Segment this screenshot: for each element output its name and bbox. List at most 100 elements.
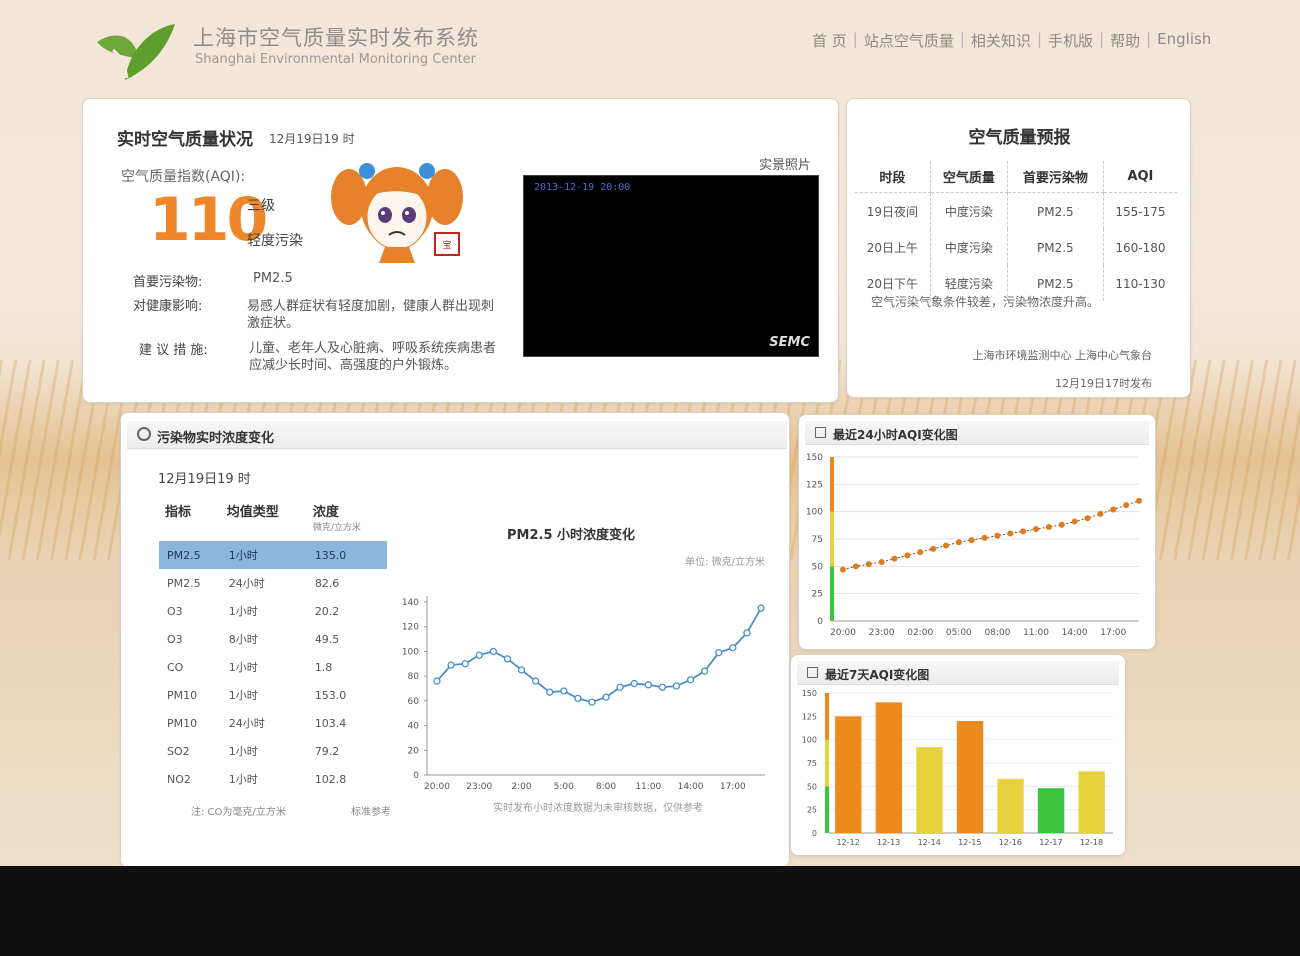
standard-reference-link[interactable]: 标准参考 [351,803,391,818]
pollutant-concentration: 49.5 [314,632,340,646]
pollutant-row[interactable]: PM10 1小时 153.0 [159,681,387,709]
x-tick-label: 12-13 [877,838,900,847]
svg-text:宝: 宝 [442,239,451,251]
pollutant-row[interactable]: SO2 1小时 79.2 [159,737,387,765]
advice-label: 建 议 措 施: [139,343,208,358]
nav-help[interactable]: 帮助 [1104,30,1146,51]
pollutant-concentration: 135.0 [306,541,387,569]
x-tick-label: 5:00 [554,782,574,792]
x-tick-label: 02:00 [907,628,933,638]
aqi-24h-data-point [1097,510,1104,517]
aqi-24h-data-point [968,537,975,544]
aqi-24h-data-point [994,532,1001,539]
concentration-header-label: 浓度 [312,505,339,520]
aqi-7d-chart[interactable]: 0 25 50 75 100 125 150 12-12 12-13 12-14 12-15 12-1… [793,685,1123,853]
x-tick-label: 05:00 [946,628,972,638]
forecast-pollutant: PM2.5 [1006,192,1104,229]
pm25-data-point [616,683,624,691]
nav-station-quality[interactable]: 站点空气质量 [858,30,960,51]
pollutant-concentration: 79.2 [314,744,340,758]
pm25-data-point [447,661,455,669]
nav-english[interactable]: English [1151,30,1217,51]
aqi-24h-data-point [955,539,962,546]
x-tick-label: 20:00 [830,628,856,638]
pollutant-name: PM10 [167,716,198,730]
pm25-data-point [574,694,582,703]
site-subtitle: Shanghai Environmental Monitoring Center [195,52,477,67]
y-tick-label: 140 [402,598,419,608]
pm25-data-point [461,660,469,668]
forecast-quality: 中度污染 [929,192,1008,229]
pollutant-header-row: 指标 均值类型 浓度 微克/立方米 [159,501,387,541]
x-tick-label: 12-12 [836,838,859,847]
aqi-24h-data-point [1136,497,1142,504]
pm25-data-point [672,682,681,690]
pollutant-avg-type: 1小时 [228,661,258,674]
forecast-row: 19日夜间 中度污染 PM2.5 155-175 [855,192,1177,229]
pollutant-avg-type: 8小时 [228,633,258,646]
aqi-7d-panel: 最近7天AQI变化图 0 25 50 75 100 125 150 12-12 12-13 12-… [790,654,1126,856]
aqi-7d-bar [835,716,862,833]
aqi-24h-data-point [891,555,898,562]
aqi-24h-data-point [852,563,859,570]
pollutant-row[interactable]: O3 1小时 20.2 [159,597,387,625]
live-photo[interactable]: 2013-12-19 20:00 SEMC [523,175,819,357]
pm25-data-point [658,683,667,691]
pollutant-row[interactable]: PM2.5 1小时 135.0 [159,541,387,569]
nav-home[interactable]: 首 页 [806,30,853,51]
pollutant-row[interactable]: NO2 1小时 102.8 [159,765,387,793]
pollutant-row[interactable]: O3 8小时 49.5 [159,625,387,653]
pm25-hourly-chart[interactable]: PM2.5 小时浓度变化单位: 微克/立方米 0 20 40 60 80 100 120 140… [391,507,783,797]
pollutant-name: O3 [167,604,183,618]
y-tick-label: 100 [806,508,823,518]
realtime-status-panel: 实时空气质量状况 12月19日19 时 空气质量指数(AQI): 110 三级 … [82,98,839,403]
chart-unit: 单位: 微克/立方米 [685,555,765,568]
pollutant-concentration: 20.2 [314,604,340,618]
y-tick-label: 75 [812,535,823,545]
x-tick-label: 12-14 [918,838,941,847]
forecast-header-quality: 空气质量 [929,161,1008,193]
pm25-data-point [743,629,751,637]
pollutant-concentration: 153.0 [314,688,347,702]
pm25-data-point [644,681,652,689]
pollutant-avg-type: 24小时 [228,577,265,590]
y-tick-label: 125 [802,712,817,721]
pollutant-concentration: 102.8 [314,772,347,786]
aqi-scale-band [830,566,834,621]
nav-mobile[interactable]: 手机版 [1042,30,1099,51]
pm25-data-point [630,679,638,688]
mascot-girl-icon: 宝 [331,163,463,263]
pollutant-avg-type: 1小时 [228,605,258,618]
aqi-24h-chart[interactable]: 0 25 50 75 100 125 150 20:00 23:00 02:00 05:00 08:0… [801,449,1153,649]
pollutant-row[interactable]: PM10 24小时 103.4 [159,709,387,737]
x-tick-label: 12-18 [1080,838,1103,847]
forecast-published-time: 12月19日17时发布 [1055,377,1152,390]
pollutant-footnote-co: 注: CO为毫克/立方米 [191,807,286,818]
aqi-24h-line [842,500,1140,571]
pollutant-row[interactable]: PM2.5 24小时 82.6 [159,569,387,597]
aqi-7d-bar [875,702,903,833]
pm25-data-point [686,676,695,684]
aqi-7d-bar [956,721,984,833]
aqi-label: 空气质量指数(AQI): [121,169,246,185]
forecast-header-pollutant: 首要污染物 [1006,161,1104,193]
aqi-24h-data-point [878,558,885,565]
pollutant-name: O3 [167,632,183,646]
forecast-aqi: 155-175 [1102,192,1177,229]
top-navigation: 首 页 | 站点空气质量 | 相关知识 | 手机版 | 帮助 | English [806,30,1217,51]
aqi-24h-data-point [1033,526,1040,533]
aqi-7d-header: 最近7天AQI变化图 [797,661,1119,685]
pollutant-name: PM10 [167,688,198,702]
pollutant-table: 指标 均值类型 浓度 微克/立方米 PM2.5 1小时 135.0 PM2.5 24小时 8… [159,501,387,793]
pm25-data-point [531,677,540,685]
forecast-note: 空气污染气象条件较差，污染物浓度升高。 [871,295,1100,309]
pm25-data-point [560,687,568,695]
pollutant-panel-title: 污染物实时浓度变化 [157,431,275,446]
aqi-24h-data-point [942,542,949,549]
pollutant-row[interactable]: CO 1小时 1.8 [159,653,387,681]
photo-timestamp: 2013-12-19 20:00 [534,182,631,193]
nav-knowledge[interactable]: 相关知识 [965,30,1037,51]
forecast-row: 20日上午 中度污染 PM2.5 160-180 [855,229,1177,265]
leaf-logo-icon[interactable] [95,20,177,82]
aqi-7d-bar [997,778,1024,833]
